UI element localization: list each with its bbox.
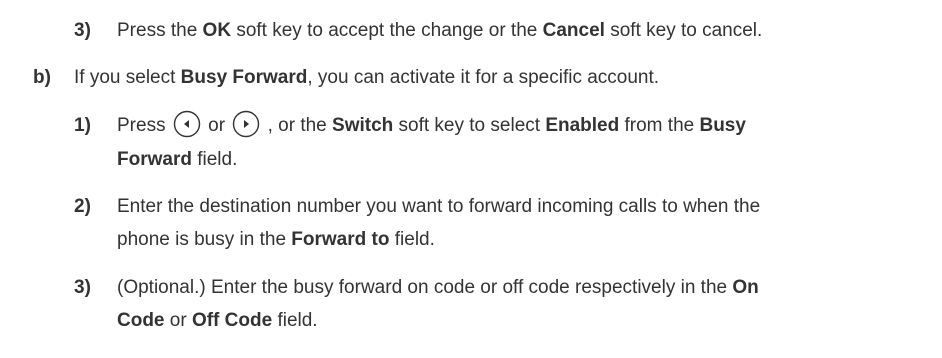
step-number: 2) [74, 196, 91, 217]
step-number: 3) [74, 277, 91, 298]
step-number: 3) [74, 20, 91, 41]
step-number: 1) [74, 115, 91, 136]
step-text-continued: phone is busy in the Forward to field. [117, 229, 435, 250]
step-text: (Optional.) Enter the busy forward on co… [117, 277, 759, 298]
step-text-continued: Code or Off Code field. [117, 310, 318, 331]
left-arrow-key-icon [173, 110, 201, 138]
step-text-continued: Forward field. [117, 149, 238, 170]
item-text: If you select Busy Forward, you can acti… [74, 67, 660, 88]
item-letter: b) [33, 67, 51, 88]
step-text: Enter the destination number you want to… [117, 196, 761, 217]
step-text: Press or , or the Switch soft key to sel… [117, 110, 746, 138]
step-text: Press the OK soft key to accept the chan… [117, 20, 763, 41]
right-arrow-key-icon [232, 110, 260, 138]
